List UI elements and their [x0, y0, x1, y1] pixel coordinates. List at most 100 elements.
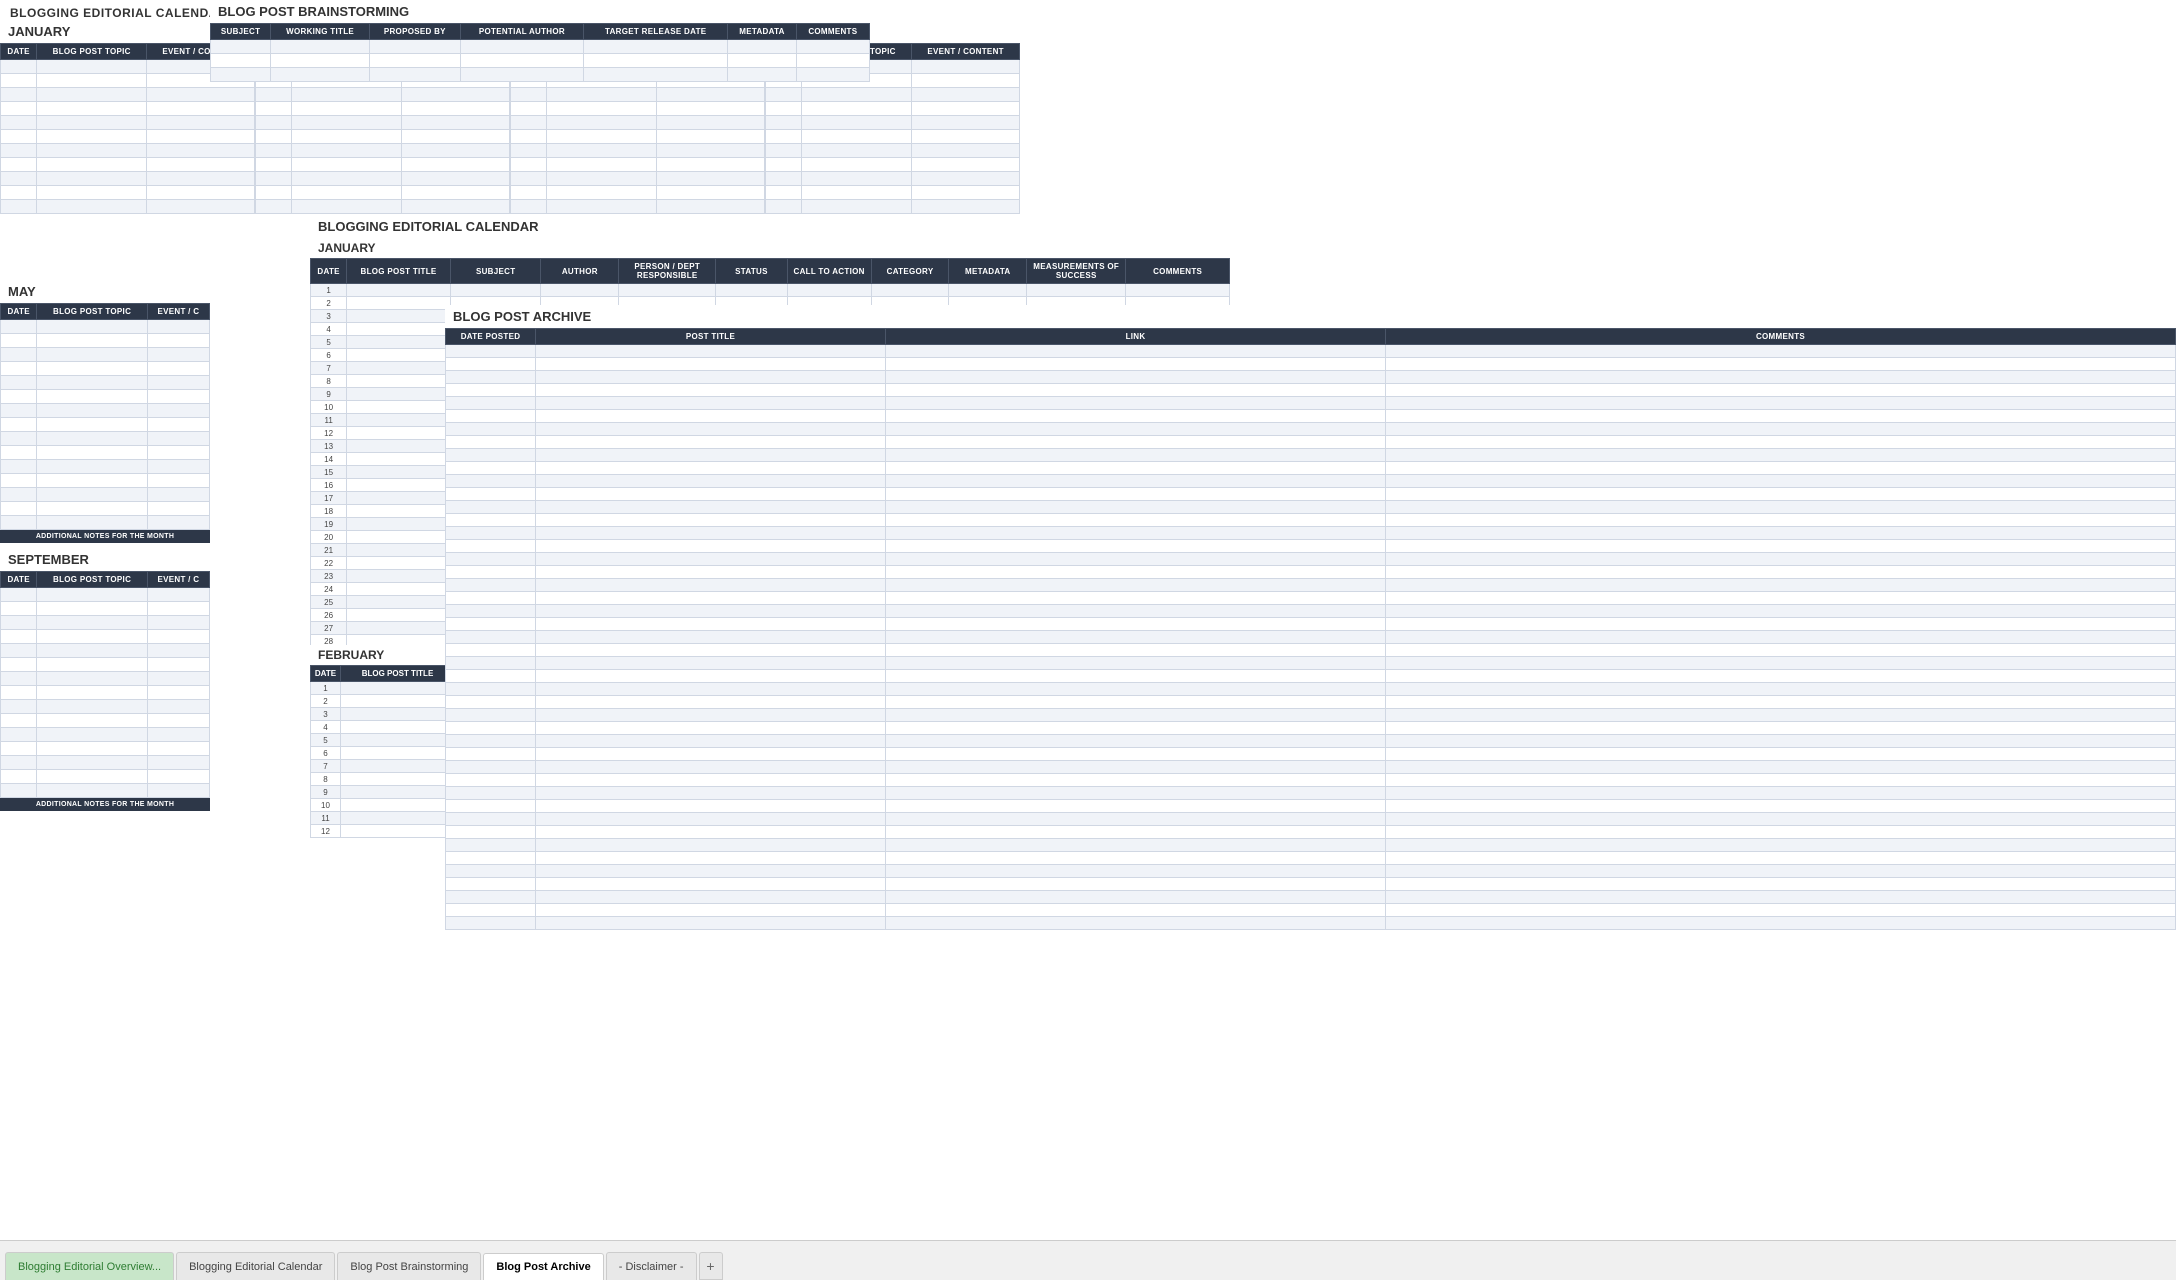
table-row [211, 68, 870, 82]
table-row [1, 784, 210, 798]
feb-row: 4 [311, 721, 455, 734]
archive-row [446, 774, 2176, 787]
table-row [1, 488, 210, 502]
archive-row [446, 436, 2176, 449]
archive-row [446, 761, 2176, 774]
archive-row [446, 553, 2176, 566]
table-row [256, 88, 510, 102]
table-row [766, 130, 1020, 144]
archive-row [446, 527, 2176, 540]
feb-editorial-section: FEBRUARY DATE BLOG POST TITLE 1234567891… [310, 645, 455, 838]
ed-h-success: MEASUREMENTS OF SUCCESS [1027, 259, 1126, 284]
table-row [1, 158, 255, 172]
bs-h-potential: POTENTIAL AUTHOR [460, 24, 583, 40]
feb-row: 1 [311, 682, 455, 695]
table-row [1, 700, 210, 714]
table-row [1, 644, 210, 658]
brainstorm-section: BLOG POST BRAINSTORMING SUBJECT WORKING … [210, 0, 870, 82]
bs-h-working: WORKING TITLE [271, 24, 370, 40]
table-row [766, 102, 1020, 116]
table-row [211, 54, 870, 68]
feb-row: 8 [311, 773, 455, 786]
may-additional-notes: ADDITIONAL NOTES FOR THE MONTH [0, 530, 210, 543]
table-row [256, 158, 510, 172]
may-section: MAY DATE BLOG POST TOPIC EVENT / C [0, 280, 210, 543]
archive-row [446, 904, 2176, 917]
archive-row [446, 683, 2176, 696]
feb-editorial-title: FEBRUARY [310, 645, 455, 665]
arch-h-title: POST TITLE [536, 329, 886, 345]
feb-row: 9 [311, 786, 455, 799]
may-h-date: DATE [1, 304, 37, 320]
table-row [1, 516, 210, 530]
table-row [211, 40, 870, 54]
table-row [511, 130, 765, 144]
ed-h-cta: CALL TO ACTION [787, 259, 871, 284]
feb-e-h-date: DATE [311, 666, 341, 682]
sep-additional-notes: ADDITIONAL NOTES FOR THE MONTH [0, 798, 210, 811]
table-row [766, 158, 1020, 172]
tab-add-button[interactable]: + [699, 1252, 723, 1280]
table-row [1, 742, 210, 756]
ed-h-status: STATUS [716, 259, 787, 284]
sep-h-topic: BLOG POST TOPIC [37, 572, 147, 588]
table-row [1, 376, 210, 390]
editorial-month-title: JANUARY [310, 238, 1230, 258]
table-row [511, 200, 765, 214]
tab-editorial-calendar[interactable]: Blogging Editorial Calendar [176, 1252, 335, 1280]
archive-row [446, 865, 2176, 878]
table-row [1, 446, 210, 460]
archive-row [446, 449, 2176, 462]
archive-row [446, 397, 2176, 410]
table-row [511, 102, 765, 116]
table-row [1, 362, 210, 376]
jan-h-date: DATE [1, 44, 37, 60]
table-row [511, 172, 765, 186]
tab-post-archive[interactable]: Blog Post Archive [483, 1253, 603, 1280]
tab-disclaimer[interactable]: - Disclaimer - [606, 1252, 697, 1280]
archive-row [446, 878, 2176, 891]
table-row [1, 474, 210, 488]
may-table: DATE BLOG POST TOPIC EVENT / C [0, 303, 210, 530]
sep-title: SEPTEMBER [0, 548, 210, 571]
archive-row [446, 735, 2176, 748]
ed-h-date: DATE [311, 259, 347, 284]
table-row [1, 460, 210, 474]
archive-row [446, 644, 2176, 657]
archive-row [446, 631, 2176, 644]
table-row [766, 200, 1020, 214]
table-row [1, 502, 210, 516]
ed-h-subject: SUBJECT [450, 259, 541, 284]
ed-h-author: AUTHOR [541, 259, 619, 284]
table-row [1, 602, 210, 616]
table-row [1, 418, 210, 432]
archive-row [446, 722, 2176, 735]
table-row [766, 144, 1020, 158]
feb-row: 3 [311, 708, 455, 721]
table-row [1, 320, 210, 334]
ed-h-metadata: METADATA [949, 259, 1027, 284]
table-row [1, 588, 210, 602]
may-title: MAY [0, 280, 210, 303]
table-row [1, 432, 210, 446]
bs-h-metadata: METADATA [728, 24, 796, 40]
table-row [511, 144, 765, 158]
bs-h-subject: SUBJECT [211, 24, 271, 40]
tab-overview[interactable]: Blogging Editorial Overview... [5, 1252, 174, 1280]
feb-row: 12 [311, 825, 455, 838]
archive-row [446, 800, 2176, 813]
table-row [1, 714, 210, 728]
table-row [1, 200, 255, 214]
feb-row: 11 [311, 812, 455, 825]
archive-row [446, 384, 2176, 397]
archive-row [446, 371, 2176, 384]
feb-row: 5 [311, 734, 455, 747]
tab-brainstorming[interactable]: Blog Post Brainstorming [337, 1252, 481, 1280]
table-row [1, 334, 210, 348]
table-row [1, 404, 210, 418]
bs-h-proposed: PROPOSED BY [369, 24, 460, 40]
bs-h-comments: COMMENTS [796, 24, 869, 40]
table-row [1, 630, 210, 644]
archive-row [446, 488, 2176, 501]
sep-h-event: EVENT / C [147, 572, 209, 588]
